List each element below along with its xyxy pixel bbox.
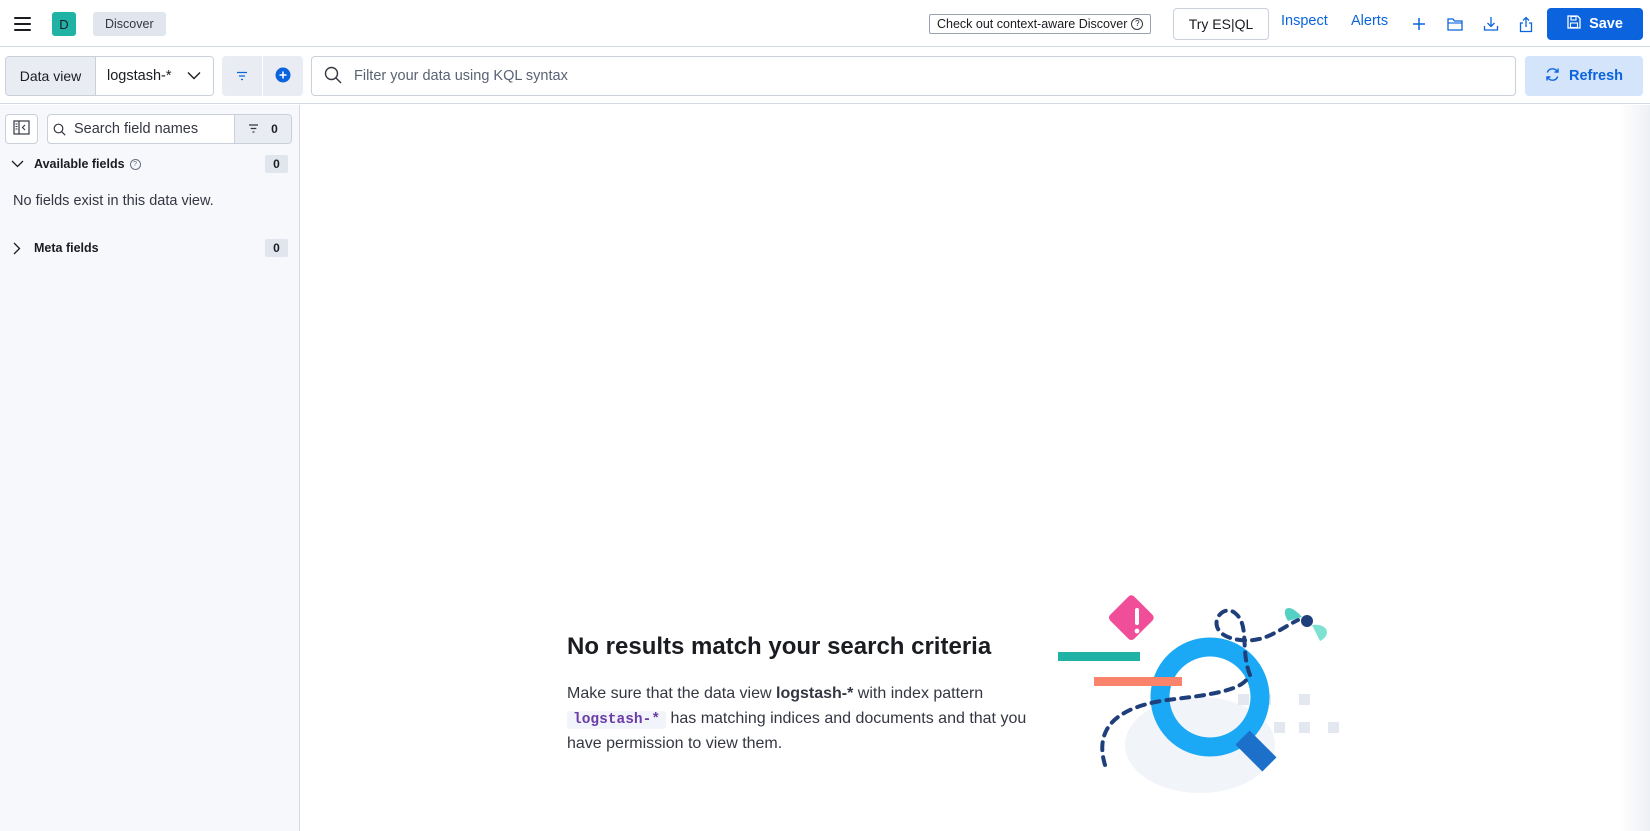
add-filter-button[interactable]	[263, 56, 303, 96]
plus-icon[interactable]	[1409, 14, 1429, 34]
chevron-down-icon[interactable]	[0, 160, 34, 168]
meta-fields-title: Meta fields	[34, 241, 99, 255]
available-fields-count: 0	[265, 155, 288, 173]
save-button[interactable]: Save	[1547, 8, 1643, 40]
data-view-value: logstash-*	[107, 68, 172, 84]
query-bar: Data view logstash-* Refresh	[0, 48, 1650, 104]
available-fields-section[interactable]: Available fields ? 0	[0, 152, 300, 176]
alerts-link[interactable]: Alerts	[1351, 13, 1388, 29]
kql-input[interactable]	[354, 68, 1454, 84]
breadcrumb-discover[interactable]: Discover	[93, 12, 166, 36]
folder-open-icon[interactable]	[1445, 14, 1465, 34]
field-type-filter-button[interactable]: 0	[234, 115, 291, 143]
save-label: Save	[1589, 16, 1623, 32]
refresh-button[interactable]: Refresh	[1525, 56, 1643, 96]
field-search-input[interactable]	[74, 121, 234, 137]
chevron-right-icon[interactable]	[0, 242, 34, 255]
filter-icon	[236, 68, 248, 84]
download-icon[interactable]	[1481, 14, 1501, 34]
empty-state-title: No results match your search criteria	[567, 633, 992, 660]
data-view-picker: Data view logstash-*	[5, 56, 214, 96]
app-avatar[interactable]: D	[52, 12, 76, 36]
query-filter-button[interactable]	[222, 56, 262, 96]
refresh-label: Refresh	[1569, 68, 1623, 84]
search-icon	[48, 123, 70, 136]
filter-count: 0	[271, 122, 278, 136]
context-aware-discover-link[interactable]: Check out context-aware Discover ?	[929, 14, 1152, 34]
save-icon	[1567, 15, 1581, 33]
menu-icon[interactable]	[14, 13, 36, 35]
refresh-icon	[1545, 67, 1560, 86]
data-view-label: Data view	[6, 57, 96, 95]
meta-fields-count: 0	[265, 239, 288, 257]
empty-state-body: Make sure that the data view logstash-* …	[567, 682, 1027, 757]
empty-body-mid: with index pattern	[853, 685, 984, 702]
sidebar-collapse-icon	[13, 120, 30, 138]
chevron-down-icon	[187, 68, 201, 84]
no-fields-message: No fields exist in this data view.	[13, 193, 214, 209]
question-icon: ?	[1131, 18, 1144, 30]
no-results-illustration	[1058, 595, 1339, 793]
empty-body-data-view: logstash-*	[776, 685, 854, 702]
try-esql-button[interactable]: Try ES|QL	[1173, 8, 1269, 40]
collapse-sidebar-button[interactable]	[5, 114, 38, 144]
meta-fields-section[interactable]: Meta fields 0	[0, 236, 300, 260]
plus-in-circle-icon	[275, 67, 291, 86]
search-icon	[324, 66, 342, 87]
field-search-box: 0	[47, 114, 292, 144]
available-fields-title: Available fields	[34, 157, 125, 171]
field-sidebar: 0 Available fields ? 0 No fields exist i…	[0, 105, 300, 831]
share-icon[interactable]	[1516, 14, 1536, 34]
empty-body-prefix: Make sure that the data view	[567, 685, 776, 702]
inspect-link[interactable]: Inspect	[1281, 13, 1328, 29]
top-header: D Discover Check out context-aware Disco…	[0, 0, 1650, 47]
kql-search-field[interactable]	[311, 56, 1516, 96]
info-icon: ?	[129, 158, 141, 170]
context-aware-discover-label: Check out context-aware Discover	[937, 17, 1128, 31]
data-view-select[interactable]: logstash-*	[96, 57, 213, 95]
index-pattern-code: logstash-*	[567, 710, 667, 729]
filter-icon	[248, 122, 259, 136]
scroll-edge-shadow	[1620, 105, 1650, 831]
